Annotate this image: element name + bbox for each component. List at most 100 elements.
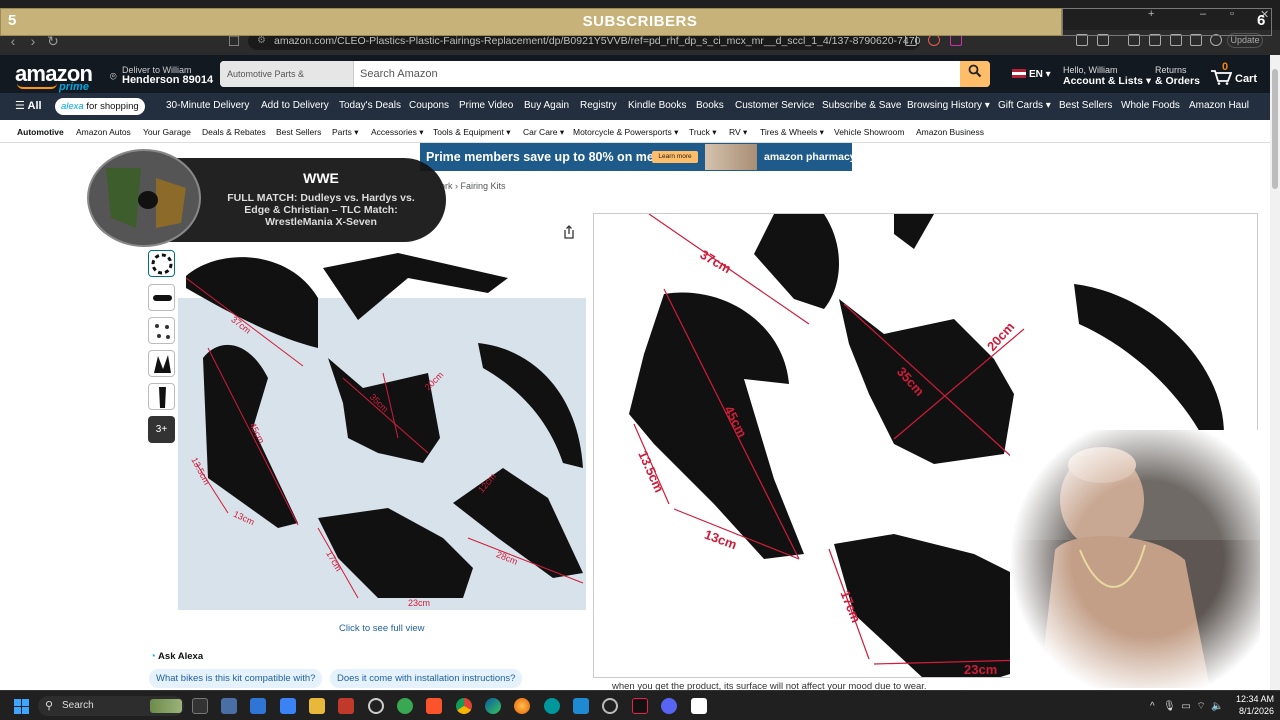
share-icon[interactable] — [562, 224, 576, 240]
nav-customer-service[interactable]: Customer Service — [735, 100, 814, 111]
subnav-amazon-autos[interactable]: Amazon Autos — [76, 127, 131, 137]
subnav-motorcycle[interactable]: Motorcycle & Powersports ▾ — [573, 127, 678, 138]
subnav-deals-rebates[interactable]: Deals & Rebates — [202, 127, 266, 137]
truck-label: Truck — [689, 127, 710, 137]
subnav-tools-equipment[interactable]: Tools & Equipment ▾ — [433, 127, 511, 138]
alexa-question-compatible[interactable]: What bikes is this kit compatible with? — [149, 669, 323, 688]
nav-whole-foods[interactable]: Whole Foods — [1121, 100, 1180, 111]
discord-app-icon[interactable] — [661, 698, 677, 714]
location-pin-icon: ⌾ — [110, 71, 117, 83]
subnav-automotive[interactable]: Automotive — [17, 127, 64, 137]
search-input[interactable] — [360, 61, 950, 87]
subnav-car-care[interactable]: Car Care ▾ — [523, 127, 564, 138]
ask-alexa-heading: ◔ Ask Alexa — [150, 651, 203, 662]
github-app-icon[interactable] — [602, 698, 618, 714]
nav-coupons[interactable]: Coupons — [409, 100, 449, 111]
main-product-image[interactable]: 37cm 45cm 13.5cm 13cm 20cm 35cm 17cm 23c… — [178, 238, 586, 610]
subnav-truck[interactable]: Truck ▾ — [689, 127, 717, 138]
thumbnail-4[interactable] — [148, 350, 175, 377]
nav-kindle-books[interactable]: Kindle Books — [628, 100, 686, 111]
subnav-parts[interactable]: Parts ▾ — [332, 127, 358, 138]
more-thumbnails-button[interactable]: 3+ — [148, 416, 175, 443]
account-lists[interactable]: Hello, William Account & Lists ▾ — [1063, 65, 1151, 87]
subnav-best-sellers[interactable]: Best Sellers — [276, 127, 321, 137]
fairing-kit-thumb-icon — [151, 253, 173, 275]
tray-overflow-icon[interactable]: ^ — [1150, 701, 1155, 712]
nav-amazon-haul[interactable]: Amazon Haul — [1189, 100, 1249, 111]
media-description: FULL MATCH: Dudleys vs. Hardys vs. Edge … — [227, 192, 415, 228]
webcam-overlay — [1010, 430, 1260, 688]
microphone-icon[interactable]: 🎙 — [1163, 701, 1176, 712]
system-clock[interactable]: 12:34 AM 8/1/2026 — [1218, 693, 1274, 717]
remote-app-icon[interactable] — [280, 698, 296, 714]
capcut-app-icon[interactable] — [691, 698, 707, 714]
alexa-shopping-pill[interactable]: alexa for shopping — [55, 98, 145, 115]
search-category-select[interactable]: Automotive Parts & Accessories ▾ — [220, 61, 354, 87]
thumbnail-3[interactable] — [148, 317, 175, 344]
file-explorer-icon[interactable] — [309, 698, 325, 714]
all-label: All — [27, 100, 42, 112]
nav-registry[interactable]: Registry — [580, 100, 617, 111]
parts-label: Parts — [332, 127, 352, 137]
pharmacy-learn-more-button[interactable]: Learn more — [652, 151, 698, 163]
subnav-your-garage[interactable]: Your Garage — [143, 127, 191, 137]
tiktok-app-icon[interactable] — [632, 698, 648, 714]
automotive-subnav: Automotive Amazon Autos Your Garage Deal… — [0, 120, 1270, 143]
language-selector[interactable]: EN ▾ — [1012, 69, 1051, 80]
click-full-view-link[interactable]: Click to see full view — [339, 623, 425, 634]
all-menu-button[interactable]: ☰ All — [15, 99, 42, 112]
search-button[interactable] — [960, 61, 990, 87]
network-icon[interactable]: ⌔ — [1196, 701, 1205, 712]
chrome-browser-icon[interactable] — [456, 698, 472, 714]
windows-start-icon[interactable] — [14, 699, 29, 714]
vscode-app-icon[interactable] — [573, 698, 589, 714]
nav-gift-cards[interactable]: Gift Cards ▾ — [998, 100, 1051, 111]
taskbar-search-label: Search — [62, 700, 94, 711]
nav-books[interactable]: Books — [696, 100, 724, 111]
nav-subscribe-save[interactable]: Subscribe & Save — [822, 100, 902, 111]
edge-browser-icon[interactable] — [485, 698, 501, 714]
brave-browser-icon[interactable] — [426, 698, 442, 714]
news-app-icon[interactable] — [338, 698, 354, 714]
amazon-logo[interactable]: amazon prime — [15, 61, 93, 93]
thumbnail-2[interactable] — [148, 284, 175, 311]
nav-30-minute-delivery[interactable]: 30-Minute Delivery — [166, 100, 249, 111]
thumbnail-5[interactable] — [148, 383, 175, 410]
subnav-tires-wheels[interactable]: Tires & Wheels ▾ — [760, 127, 824, 138]
pharmacy-banner[interactable]: Prime members save up to 80% on meds Lea… — [420, 143, 856, 171]
alexa-question-instructions[interactable]: Does it come with installation instructi… — [330, 669, 523, 688]
language-label: EN — [1029, 69, 1043, 80]
scrollbar-thumb[interactable] — [1272, 69, 1278, 189]
monitor-app-icon[interactable] — [250, 698, 266, 714]
subnav-accessories[interactable]: Accessories ▾ — [371, 127, 423, 138]
nav-todays-deals[interactable]: Today's Deals — [339, 100, 401, 111]
subnav-vehicle-showroom[interactable]: Vehicle Showroom — [834, 127, 904, 137]
subnav-rv[interactable]: RV ▾ — [729, 127, 747, 138]
hardware-thumb-icon — [155, 324, 170, 339]
subnav-amazon-business[interactable]: Amazon Business — [916, 127, 984, 137]
shield-app-icon[interactable] — [397, 698, 413, 714]
terminal-app-icon[interactable] — [192, 698, 208, 714]
clock-app-icon[interactable] — [368, 698, 384, 714]
plastics-thumb-icon — [154, 355, 171, 373]
nav-buy-again[interactable]: Buy Again — [524, 100, 569, 111]
breadcrumb-current[interactable]: Fairing Kits — [461, 181, 506, 191]
returns-orders[interactable]: Returns & Orders — [1155, 65, 1200, 87]
page-scrollbar[interactable] — [1270, 55, 1280, 690]
dim-label: 23cm — [408, 598, 431, 608]
firefox-browser-icon[interactable] — [514, 698, 530, 714]
nav-best-sellers[interactable]: Best Sellers — [1059, 100, 1112, 111]
system-app-icon[interactable] — [221, 698, 237, 714]
arduino-app-icon[interactable] — [544, 698, 560, 714]
clock-date: 8/1/2026 — [1238, 706, 1274, 716]
deliver-line2: Henderson 89014 — [122, 74, 214, 86]
nav-browsing-history[interactable]: Browsing History ▾ — [907, 100, 990, 111]
media-disc-artwork — [86, 148, 202, 248]
browsing-history-label: Browsing History — [907, 100, 983, 111]
nav-prime-video[interactable]: Prime Video — [459, 100, 513, 111]
taskbar-search[interactable]: ⚲ Search — [38, 696, 184, 716]
thumbnail-1[interactable] — [148, 250, 175, 277]
display-icon[interactable]: ▭ — [1181, 701, 1190, 712]
nav-add-to-delivery[interactable]: Add to Delivery — [261, 100, 329, 111]
us-flag-icon — [1012, 69, 1026, 78]
